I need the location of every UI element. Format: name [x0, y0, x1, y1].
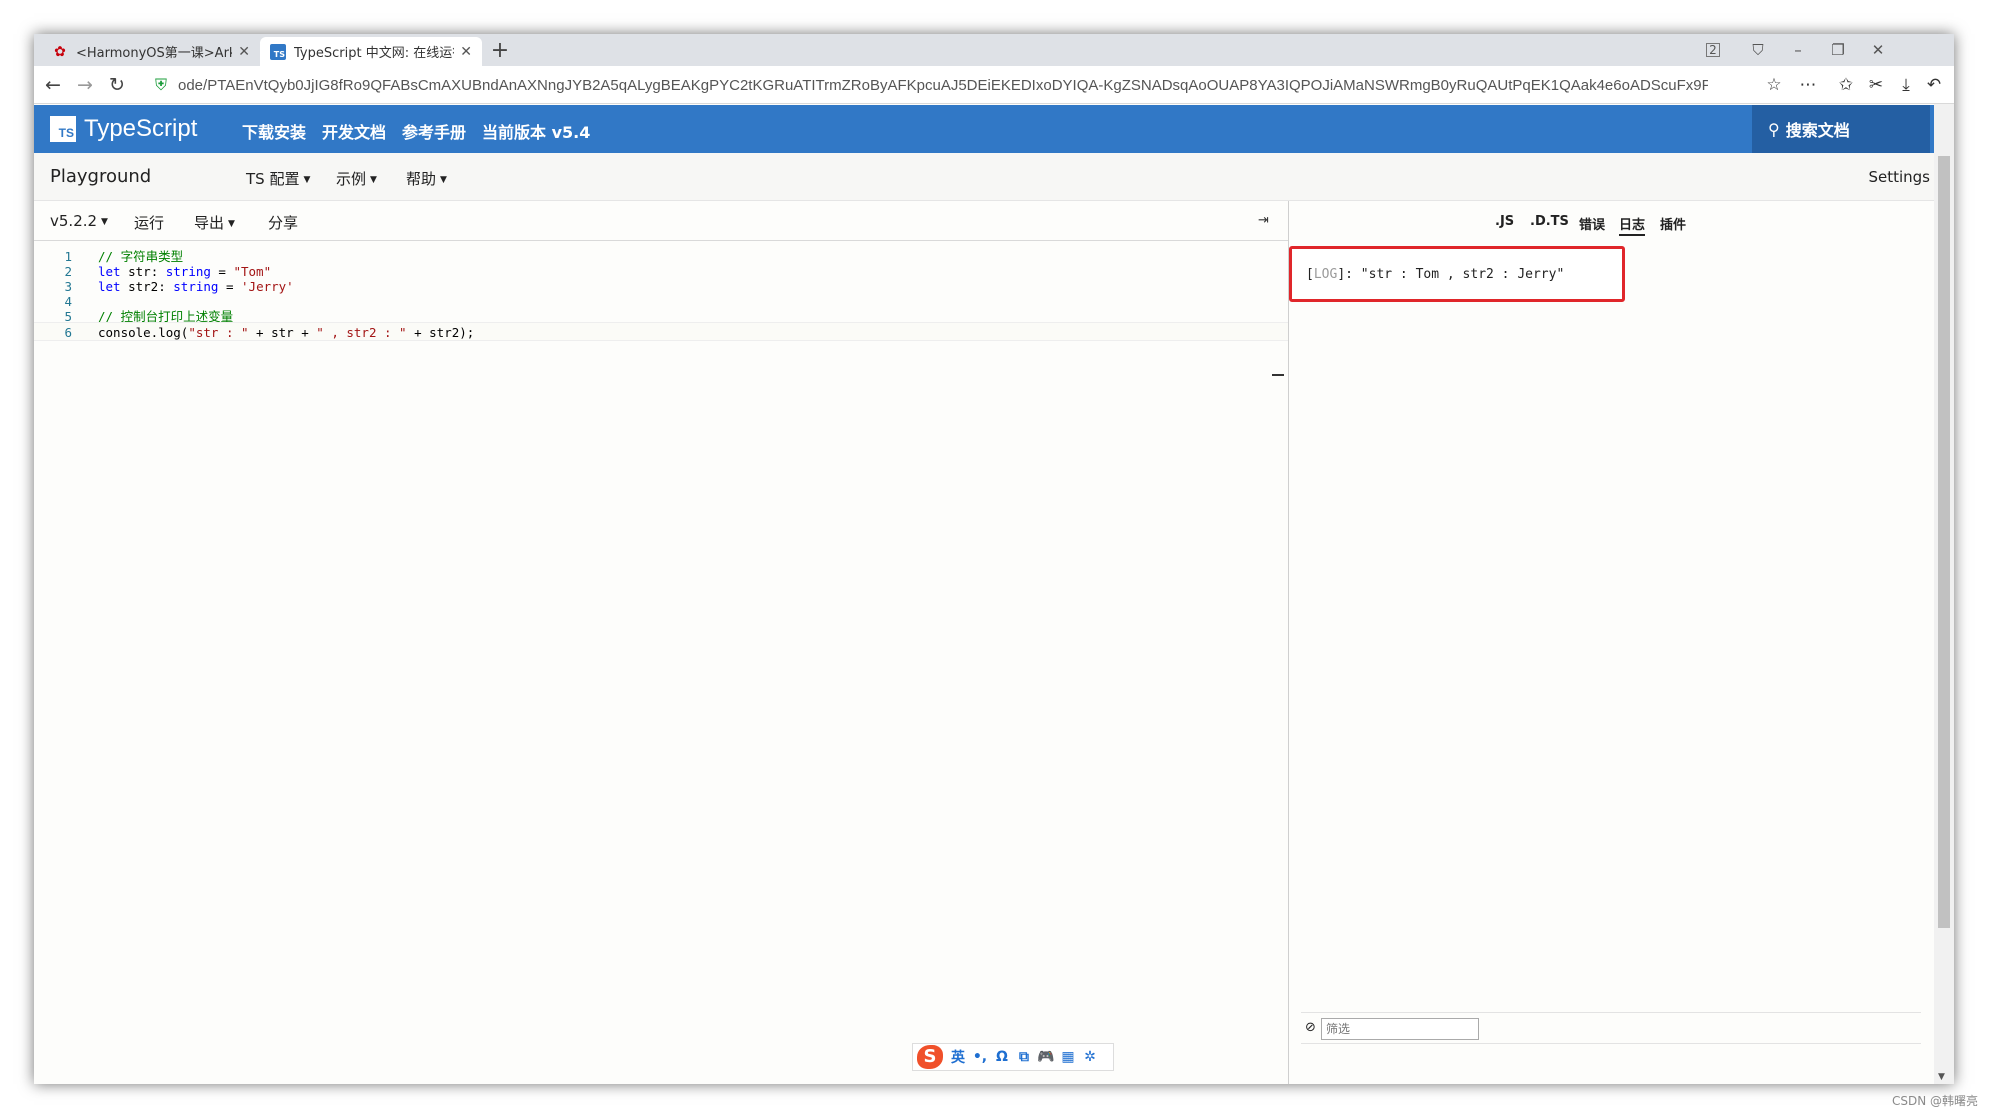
scissors-icon[interactable]: ✂: [1864, 74, 1888, 96]
ime-symbol-icon[interactable]: Ω: [991, 1049, 1013, 1065]
close-icon[interactable]: ✕: [238, 44, 250, 60]
scroll-down-arrow[interactable]: ▼: [1938, 1072, 1945, 1082]
search-docs-label: 搜索文档: [1785, 121, 1850, 140]
editor-toolbar: v5.2.2 ▼ 运行 导出 ▼ 分享 ⇥: [34, 201, 1288, 241]
ime-game-icon[interactable]: 🎮: [1035, 1049, 1057, 1065]
favorites-icon[interactable]: ✩: [1834, 74, 1858, 96]
code-text[interactable]: console.log("str : " + str + " , str2 : …: [98, 323, 474, 342]
log-entry: [LOG]: "str : Tom , str2 : Jerry": [1306, 267, 1565, 282]
address-bar[interactable]: ⛨ ode/PTAEnVtQyb0JjIG8fRo9QFABsCmAXUBndA…: [146, 70, 1754, 100]
nav-version[interactable]: 当前版本 v5.4: [482, 119, 590, 143]
tab-js[interactable]: .JS: [1495, 214, 1514, 229]
ime-punctuation-icon[interactable]: •,: [969, 1049, 991, 1065]
menu-label: 示例: [336, 170, 367, 188]
tab-label: <HarmonyOS第一课>ArkTS: [76, 46, 232, 61]
output-panel: .JS .D.TS 错误 日志 插件 [LOG]: "str : Tom , s…: [1289, 201, 1934, 1084]
ime-toolbar: S 英 •, Ω ⧉ 🎮 ▦ ✲: [912, 1043, 1114, 1071]
log-tag: LOG: [1313, 267, 1338, 282]
tab-count-badge[interactable]: 2: [1706, 43, 1720, 57]
version-select[interactable]: v5.2.2 ▼: [50, 212, 108, 230]
search-docs-button[interactable]: ⚲ 搜索文档: [1752, 105, 1930, 153]
nav-docs[interactable]: 开发文档: [322, 119, 386, 143]
undo-icon[interactable]: ↶: [1922, 74, 1946, 96]
ts-logo-badge: TS: [50, 116, 76, 142]
more-icon[interactable]: ⋯: [1796, 74, 1820, 96]
version-label: v5.2.2: [50, 212, 98, 230]
tab-typescript[interactable]: TS TypeScript 中文网: 在线运行 ✕: [260, 37, 482, 66]
code-token: "str : ": [188, 325, 249, 340]
tab-plugins[interactable]: 插件: [1660, 214, 1686, 233]
menu-ts-config[interactable]: TS 配置 ▼: [246, 168, 310, 189]
ime-clipboard-icon[interactable]: ⧉: [1013, 1049, 1035, 1065]
typescript-logo[interactable]: TS TypeScript: [50, 115, 197, 143]
playground-bar: Playground TS 配置 ▼ 示例 ▼ 帮助 ▼ Settings: [34, 153, 1954, 201]
code-token: " , str2 : ": [316, 325, 407, 340]
share-button[interactable]: 分享: [268, 212, 298, 233]
menu-label: 帮助: [406, 170, 437, 188]
collapse-sidebar-icon[interactable]: ⇥: [1258, 213, 1269, 228]
log-filter-input[interactable]: [1321, 1018, 1479, 1040]
forward-icon[interactable]: →: [74, 74, 96, 96]
nav-handbook[interactable]: 参考手册: [402, 119, 466, 143]
browser-window: ✿ <HarmonyOS第一课>ArkTS ✕ TS TypeScript 中文…: [34, 34, 1954, 1084]
bookmark-star-icon[interactable]: ☆: [1762, 74, 1786, 96]
tab-dts[interactable]: .D.TS: [1530, 214, 1569, 229]
caret-down-icon: ▼: [440, 174, 447, 185]
tab-logs[interactable]: 日志: [1619, 214, 1646, 236]
export-button[interactable]: 导出 ▼: [194, 212, 235, 233]
overview-ruler-marker: [1272, 374, 1284, 376]
settings-link[interactable]: Settings: [1868, 168, 1930, 186]
huawei-icon: ✿: [54, 43, 66, 60]
log-filter-row: ⊘: [1301, 1012, 1921, 1044]
code-token: console.log(: [98, 325, 189, 340]
new-tab-button[interactable]: +: [486, 38, 514, 64]
line-number: 6: [64, 325, 72, 340]
output-tabs: .JS .D.TS 错误 日志 插件: [1289, 201, 1934, 241]
watermark: CSDN @韩曙亮: [1891, 1094, 1978, 1108]
caret-down-icon: ▼: [303, 174, 311, 185]
code-line[interactable]: 6 console.log("str : " + str + " , str2 :…: [34, 322, 1288, 341]
menu-help[interactable]: 帮助 ▼: [406, 168, 447, 189]
download-icon[interactable]: ⤓: [1894, 74, 1918, 96]
browser-toolbar: ← → ↻ ⛨ ode/PTAEnVtQyb0JjIG8fRo9QFABsCmA…: [34, 66, 1954, 104]
site-header: TS TypeScript 下载安装 开发文档 参考手册 当前版本 v5.4 ⚲…: [34, 105, 1954, 153]
run-button[interactable]: 运行: [134, 212, 164, 233]
tab-label: TypeScript 中文网: 在线运行: [294, 46, 455, 61]
caret-down-icon: ▼: [370, 174, 377, 185]
url-text[interactable]: ode/PTAEnVtQyb0JjIG8fRo9QFABsCmAXUBndAnA…: [178, 77, 1708, 94]
scrollbar-thumb[interactable]: [1938, 156, 1950, 928]
shirt-icon[interactable]: ⛉: [1746, 40, 1770, 60]
ime-settings-icon[interactable]: ✲: [1079, 1049, 1101, 1065]
close-icon[interactable]: ✕: [460, 44, 472, 60]
caret-down-icon: ▼: [228, 218, 235, 229]
export-label: 导出: [194, 214, 225, 232]
caret-down-icon: ▼: [101, 216, 108, 227]
log-entry-highlight: [LOG]: "str : Tom , str2 : Jerry": [1289, 246, 1625, 302]
code-token: + str +: [248, 325, 317, 340]
menu-examples[interactable]: 示例 ▼: [336, 168, 377, 189]
tab-errors[interactable]: 错误: [1579, 214, 1605, 233]
shield-icon: ⛨: [154, 75, 167, 94]
menu-label: TS 配置: [246, 170, 300, 188]
page-title: Playground: [50, 166, 152, 187]
typescript-icon: TS: [270, 43, 286, 60]
close-window-button[interactable]: ✕: [1866, 40, 1890, 60]
sogou-logo-icon[interactable]: S: [917, 1045, 943, 1069]
tab-harmonyos[interactable]: ✿ <HarmonyOS第一课>ArkTS ✕: [42, 37, 260, 66]
ime-english-toggle[interactable]: 英: [947, 1047, 969, 1067]
clear-log-icon[interactable]: ⊘: [1305, 1020, 1316, 1035]
page-scrollbar[interactable]: ▼: [1934, 104, 1954, 1084]
ime-grid-icon[interactable]: ▦: [1057, 1049, 1079, 1065]
search-icon: ⚲: [1768, 119, 1780, 139]
logo-text: TypeScript: [84, 115, 198, 142]
tab-strip: ✿ <HarmonyOS第一课>ArkTS ✕ TS TypeScript 中文…: [34, 34, 1954, 66]
nav-download[interactable]: 下载安装: [242, 119, 306, 143]
log-message: "str : Tom , str2 : Jerry": [1360, 267, 1565, 282]
minimize-button[interactable]: –: [1786, 40, 1810, 60]
restore-button[interactable]: ❐: [1826, 40, 1850, 60]
code-editor[interactable]: 1// 字符串类型 2 let str: string = "Tom" 3 let st…: [34, 241, 1288, 1084]
back-icon[interactable]: ←: [42, 74, 64, 96]
code-token: + str2);: [406, 325, 475, 340]
reload-icon[interactable]: ↻: [106, 74, 128, 96]
